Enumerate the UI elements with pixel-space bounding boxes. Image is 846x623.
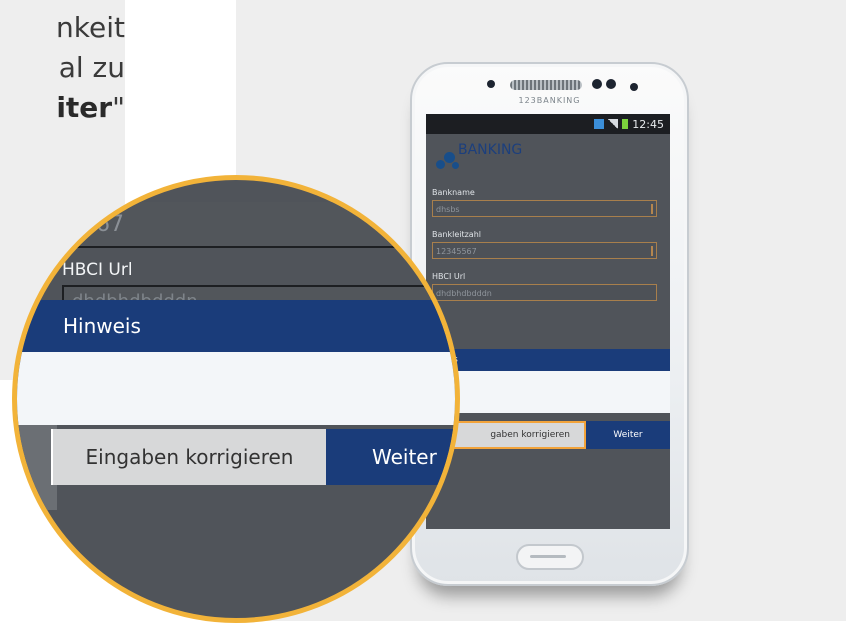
magnified-bankleitzahl-input[interactable]: 5567 xyxy=(62,202,455,248)
status-bar: 12:45 xyxy=(426,114,670,134)
instruction-quote: " xyxy=(112,91,125,124)
continue-button[interactable]: Weiter xyxy=(586,421,670,449)
earpiece-speaker xyxy=(510,80,582,90)
instruction-line-2: al zu xyxy=(58,51,125,84)
magnified-continue-button[interactable]: Weiter xyxy=(326,429,455,485)
instruction-text: nkeit al zu iter" xyxy=(0,8,125,128)
magnified-dialog-title: Hinweis xyxy=(17,300,455,352)
app-logo: BANKING xyxy=(434,140,544,176)
sim-icon xyxy=(594,119,605,129)
magnified-hbci-label: HBCI Url xyxy=(62,260,133,280)
battery-icon xyxy=(622,119,629,129)
instruction-line-3: iter" xyxy=(0,88,125,128)
wifi-icon xyxy=(580,119,591,129)
home-button[interactable] xyxy=(516,544,584,570)
hbci-url-input[interactable]: dhdbhdbdddn xyxy=(432,284,657,301)
status-clock: 12:45 xyxy=(632,117,664,131)
app-logo-text: BANKING xyxy=(458,142,523,158)
sensor-dot xyxy=(630,83,638,91)
dialog-title: nweis xyxy=(426,349,670,371)
instruction-line-1: nkeit xyxy=(56,11,125,44)
dialog-body xyxy=(426,371,670,413)
input-marker-icon xyxy=(651,204,653,214)
magnified-screen: 5567 HBCI Url dhdbhdbdddn Hinweis Eingab… xyxy=(17,180,455,618)
input-marker-icon xyxy=(651,246,653,256)
front-camera-icon xyxy=(606,79,616,89)
magnified-correct-input-button[interactable]: Eingaben korrigieren xyxy=(51,429,326,485)
phone-screen: 12:45 BANKING Bankname dhsbs Bankleitzah… xyxy=(426,114,670,529)
magnified-dialog-body xyxy=(17,352,455,425)
magnifier-callout: 5567 HBCI Url dhdbhdbdddn Hinweis Eingab… xyxy=(12,175,460,623)
phone-brand-label: 123BANKING xyxy=(518,96,581,105)
bankleitzahl-input[interactable]: 12345567 xyxy=(432,242,657,259)
instruction-bold-word: iter xyxy=(56,91,113,124)
front-camera-icon xyxy=(592,79,602,89)
signal-icon xyxy=(608,119,619,129)
bankname-input[interactable]: dhsbs xyxy=(432,200,657,217)
sensor-dot xyxy=(487,80,495,88)
